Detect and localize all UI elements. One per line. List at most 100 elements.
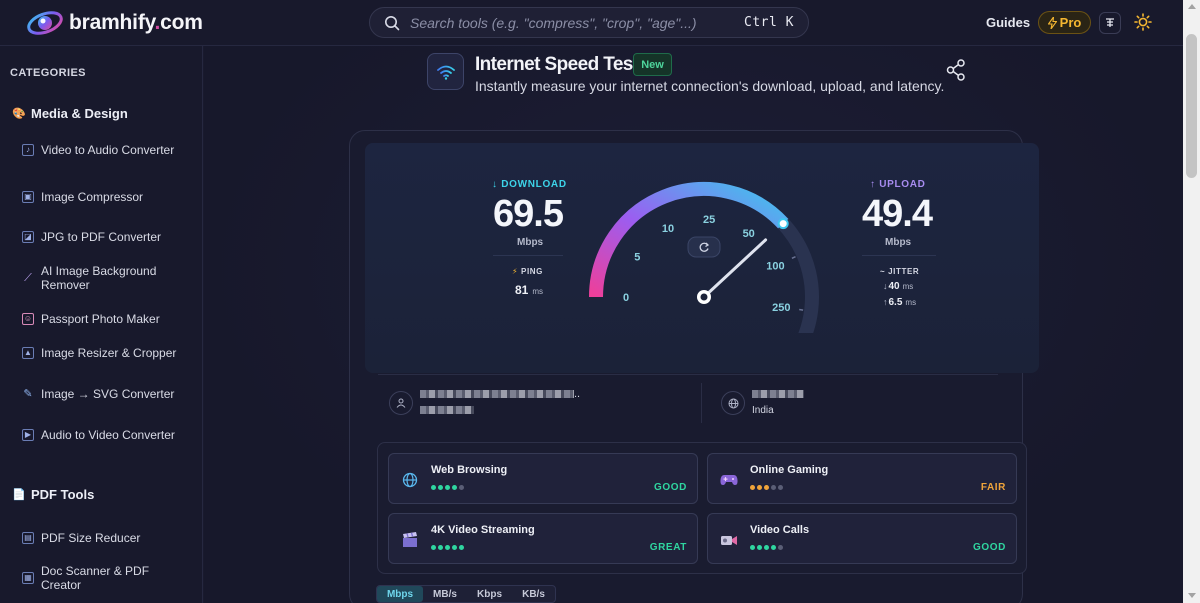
- lightning-icon: [1047, 16, 1057, 29]
- quality-dots: [431, 545, 466, 550]
- quality-dot: [750, 485, 755, 490]
- quality-dot: [445, 545, 450, 550]
- divider: [862, 255, 936, 256]
- section-pdf-tools[interactable]: 📄 PDF Tools: [12, 487, 94, 502]
- quality-dot: [438, 485, 443, 490]
- quality-title: 4K Video Streaming: [431, 524, 535, 536]
- globe-icon: [401, 471, 419, 489]
- needle-hub-center: [700, 293, 708, 301]
- isp-name-redacted: [420, 390, 574, 398]
- quality-dot: [757, 545, 762, 550]
- top-bar: bramhify.com Search tools (e.g. "compres…: [0, 0, 1183, 46]
- scroll-down-arrow[interactable]: [1188, 593, 1196, 598]
- quality-dot: [445, 485, 450, 490]
- quality-title: Web Browsing: [431, 464, 508, 476]
- app-window: bramhify.com Search tools (e.g. "compres…: [0, 0, 1200, 603]
- speed-panel: ↓ DOWNLOAD 69.5 Mbps ⚡ PING 81 ms 0 5 10 25 5…: [365, 143, 1039, 373]
- jitter-up-value: ↑6.5 ms: [883, 297, 917, 308]
- gauge-tick-mark: [791, 256, 796, 259]
- sun-icon[interactable]: [1134, 13, 1152, 31]
- gamepad-icon: [720, 471, 738, 489]
- sidebar-item-doc-scanner[interactable]: ▦ Doc Scanner & PDF Creator: [22, 564, 192, 592]
- jitter-label: ~ JITTER: [880, 267, 920, 276]
- pen-icon: ✎: [23, 388, 33, 400]
- unit-option[interactable]: MB/s: [423, 586, 467, 602]
- gauge-tick-label: 10: [662, 223, 674, 235]
- magic-wand-icon: ⟋: [24, 272, 32, 284]
- tool-icon: [427, 53, 464, 90]
- quality-card-video-calls: Video Calls GOOD: [707, 513, 1017, 564]
- gauge-tick-label: 100: [766, 261, 784, 273]
- search-placeholder[interactable]: Search tools (e.g. "compress", "crop", "…: [410, 15, 744, 31]
- quality-rating: FAIR: [980, 482, 1006, 493]
- landscape-icon: ▲: [22, 347, 34, 359]
- sidebar: CATEGORIES 🎨 Media & Design ♪ Video to Au…: [0, 46, 203, 603]
- unit-option[interactable]: Mbps: [377, 586, 423, 602]
- sidebar-item-image-resizer[interactable]: ▲ Image Resizer & Cropper: [22, 346, 192, 360]
- video-camera-icon: [720, 531, 738, 549]
- categories-heading: CATEGORIES: [10, 67, 86, 79]
- quality-rating: GREAT: [649, 542, 687, 553]
- country-label: India: [752, 405, 774, 416]
- search-box[interactable]: Search tools (e.g. "compress", "crop", "…: [369, 7, 809, 38]
- unit-option[interactable]: KB/s: [512, 586, 555, 602]
- quality-title: Online Gaming: [750, 464, 829, 476]
- logo-text: bramhify.com: [69, 11, 203, 34]
- scroll-up-arrow[interactable]: [1188, 4, 1196, 9]
- isp-name-suffix: ..: [574, 388, 581, 400]
- sidebar-item-image-to-svg[interactable]: ✎ Image → SVG Converter: [22, 387, 192, 401]
- quality-dot: [431, 485, 436, 490]
- quality-card-4k-streaming: 4K Video Streaming GREAT: [388, 513, 698, 564]
- share-icon[interactable]: [946, 59, 966, 81]
- speed-gauge: 051025501002505001k: [589, 182, 819, 333]
- new-badge: New: [633, 53, 672, 76]
- sidebar-item-passport-photo[interactable]: ☺ Passport Photo Maker: [22, 312, 192, 326]
- connection-info: .. India: [378, 374, 998, 432]
- page-scrollbar[interactable]: [1183, 0, 1200, 603]
- quality-dot: [771, 485, 776, 490]
- sidebar-item-video-to-audio[interactable]: ♪ Video to Audio Converter: [22, 143, 192, 157]
- upload-label: ↑ UPLOAD: [870, 179, 926, 190]
- restart-button[interactable]: [687, 236, 721, 258]
- quality-dots: [431, 485, 466, 490]
- gauge-tick-label: 25: [703, 214, 715, 226]
- page-subtitle: Instantly measure your internet connecti…: [475, 78, 945, 94]
- gauge-marker: [777, 218, 789, 230]
- file-icon: ▤: [22, 532, 34, 544]
- quality-dot: [757, 485, 762, 490]
- document-icon: 📄: [12, 489, 26, 501]
- pro-button[interactable]: Pro: [1038, 11, 1091, 34]
- quality-title: Video Calls: [750, 524, 810, 536]
- gauge-tick-label: 5: [634, 252, 640, 264]
- palette-icon: 🎨: [12, 108, 26, 120]
- music-note-icon: ♪: [22, 144, 34, 156]
- section-media-design[interactable]: 🎨 Media & Design: [12, 106, 128, 121]
- main-content: Internet Speed Test New Instantly measur…: [204, 46, 1183, 603]
- unit-selector[interactable]: Mbps MB/s Kbps KB/s: [376, 585, 556, 603]
- sidebar-item-background-remover[interactable]: ⟋ AI Image Background Remover: [22, 264, 192, 292]
- divider: [493, 255, 563, 256]
- quality-dot: [778, 545, 783, 550]
- quality-card-web-browsing: Web Browsing GOOD: [388, 453, 698, 504]
- scrollbar-thumb[interactable]: [1186, 34, 1197, 178]
- sidebar-item-image-compressor[interactable]: ▣ Image Compressor: [22, 190, 192, 204]
- sidebar-item-jpg-to-pdf[interactable]: ◪ JPG to PDF Converter: [22, 230, 192, 244]
- unit-option[interactable]: Kbps: [467, 586, 512, 602]
- guides-link[interactable]: Guides: [986, 15, 1030, 30]
- ping-label: ⚡ PING: [512, 267, 544, 276]
- gauge-ticks: 051025501002505001k: [623, 214, 804, 314]
- sidebar-item-audio-to-video[interactable]: ▶ Audio to Video Converter: [22, 428, 192, 442]
- ip-redacted: [420, 406, 474, 414]
- speed-test-card: ↓ DOWNLOAD 69.5 Mbps ⚡ PING 81 ms 0 5 10 25 5…: [349, 130, 1039, 603]
- gauge-tick-mark: [799, 308, 804, 311]
- sidebar-item-pdf-size-reducer[interactable]: ▤ PDF Size Reducer: [22, 531, 192, 545]
- quality-rating: GOOD: [973, 542, 1006, 553]
- film-icon: ▶: [22, 429, 34, 441]
- image-icon: ▣: [22, 191, 34, 203]
- translate-button[interactable]: [1099, 12, 1121, 34]
- wifi-icon: [436, 65, 455, 80]
- site-logo[interactable]: bramhify.com: [25, 7, 203, 39]
- quality-dot: [459, 545, 464, 550]
- web-globe-icon: [402, 472, 418, 488]
- controller-icon: [720, 475, 738, 485]
